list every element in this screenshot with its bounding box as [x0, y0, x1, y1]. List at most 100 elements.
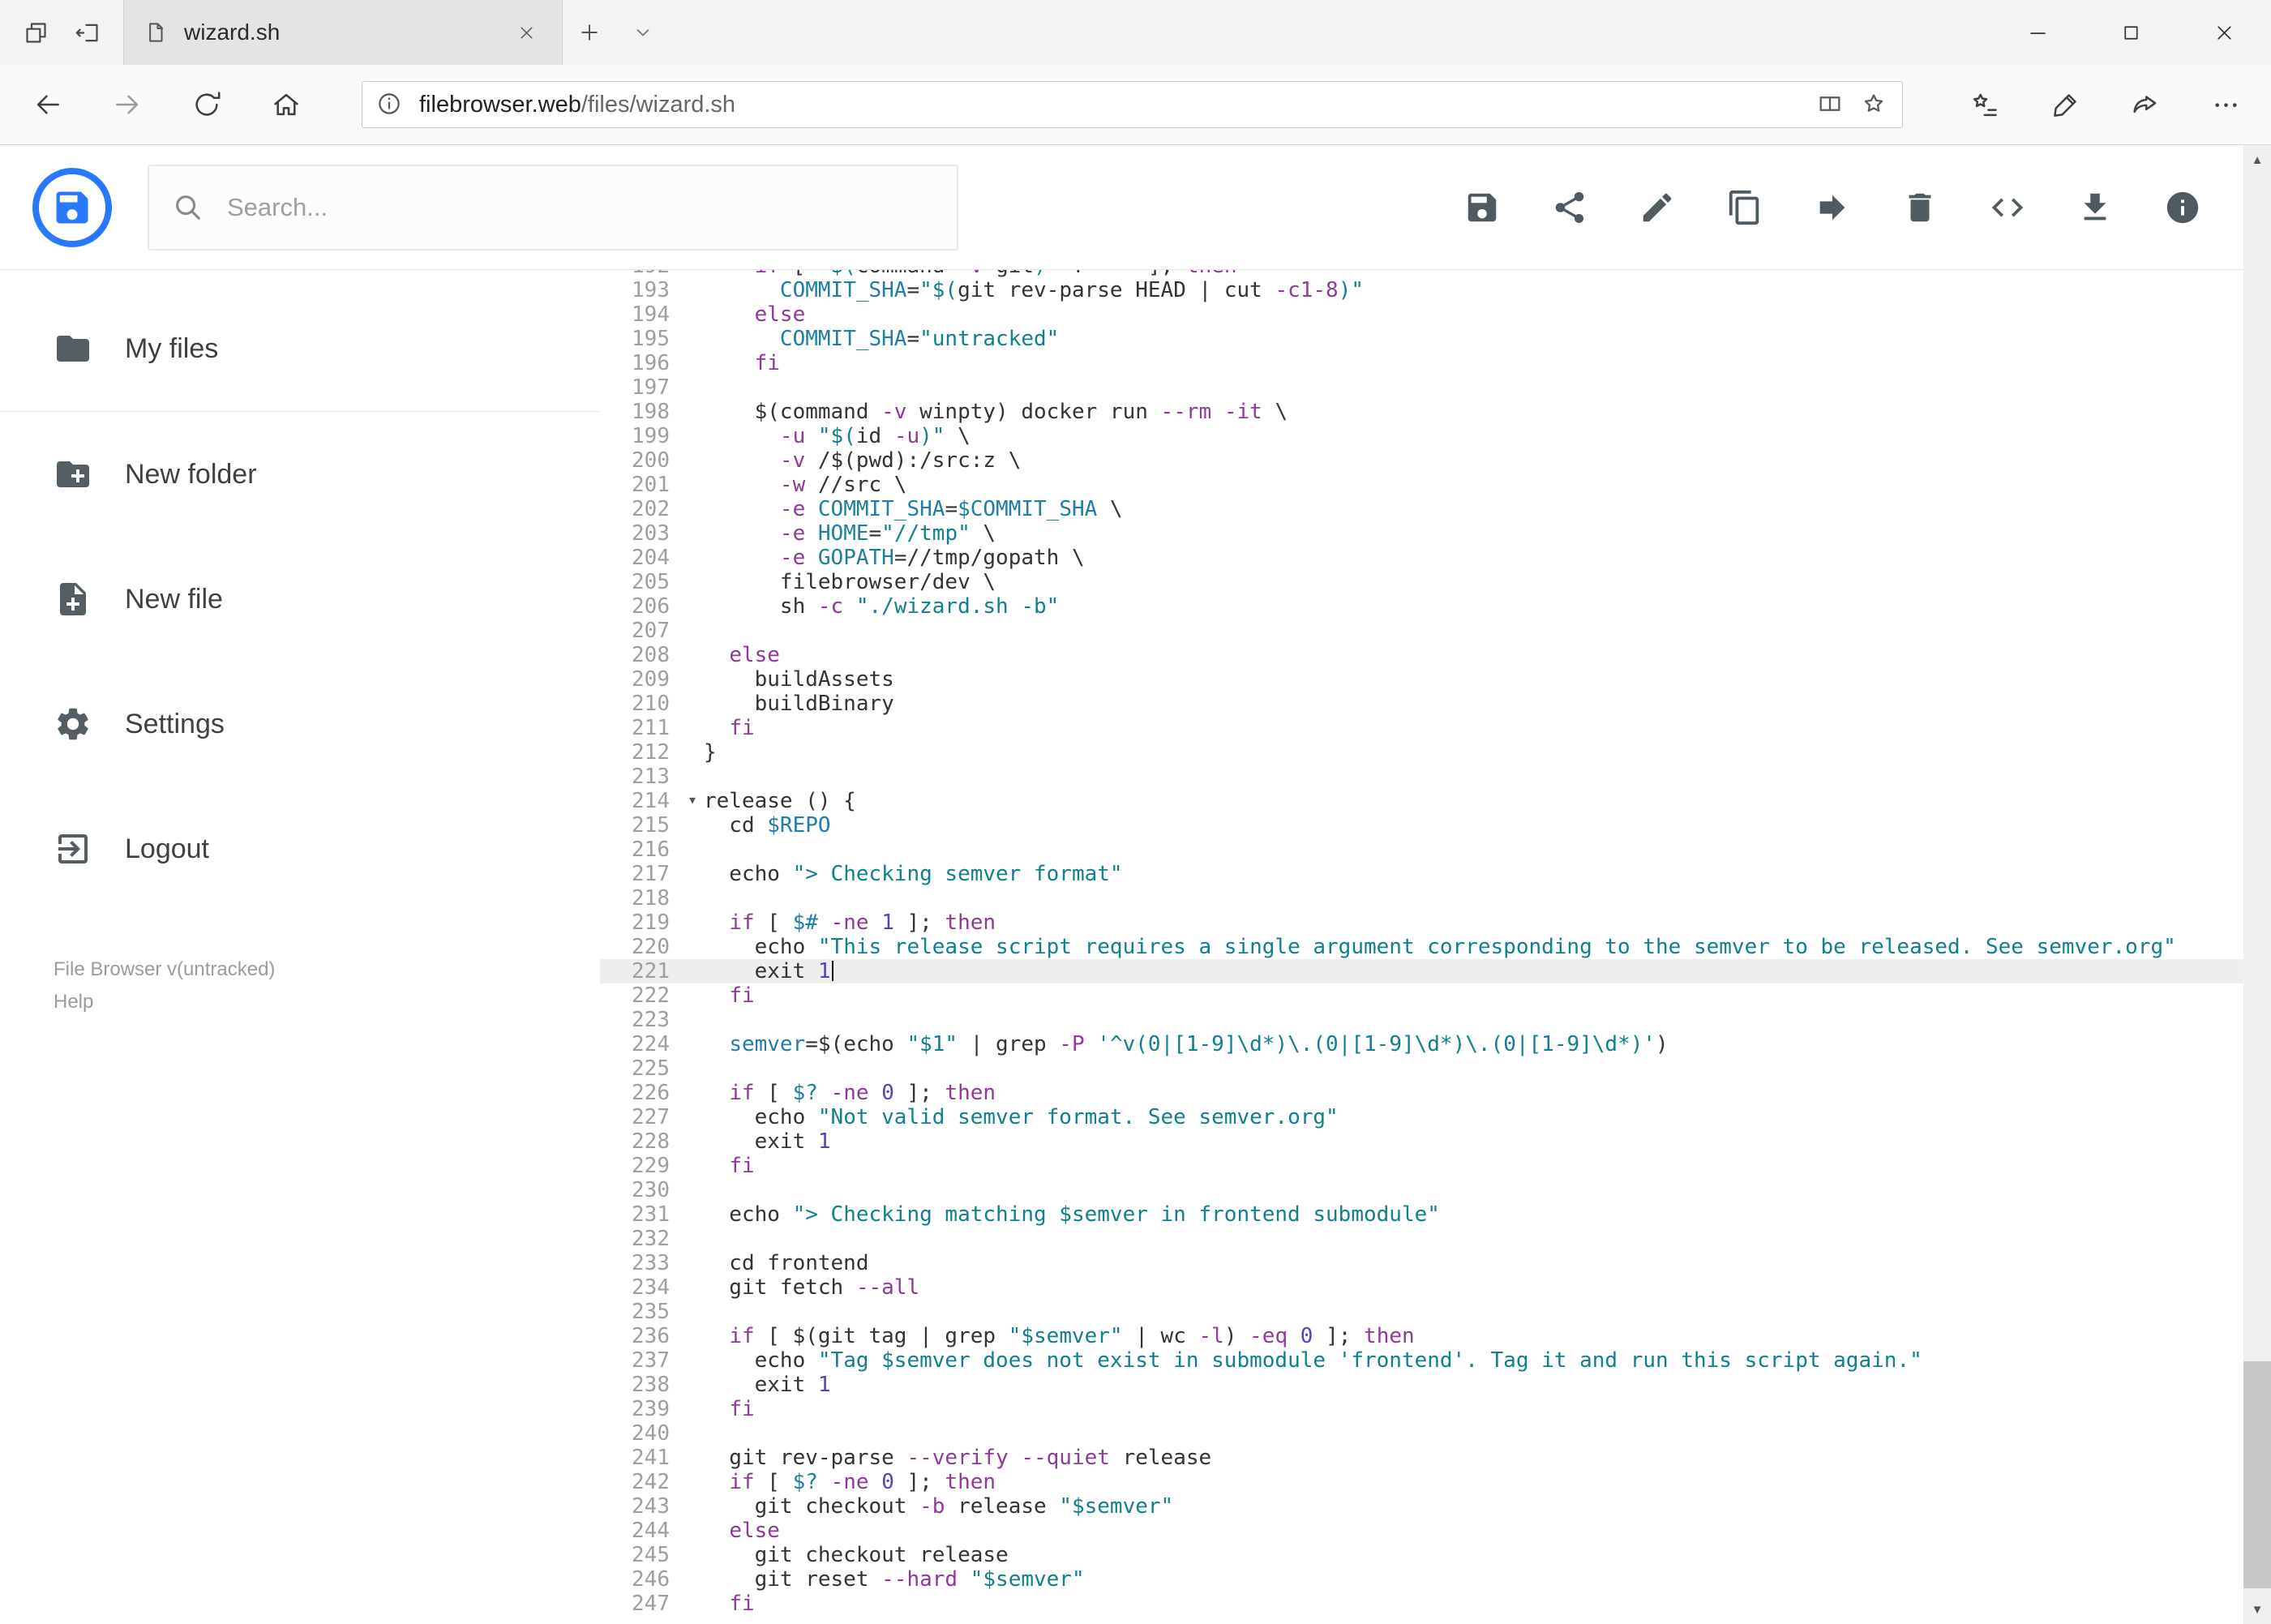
code-line[interactable]: 211 fi [600, 716, 2271, 740]
code-line[interactable]: 208 else [600, 643, 2271, 667]
code-line[interactable]: 203 -e HOME="//tmp" \ [600, 521, 2271, 546]
code-line[interactable]: 237 echo "Tag $semver does not exist in … [600, 1348, 2271, 1373]
code-line[interactable]: 229 fi [600, 1154, 2271, 1178]
share-page-button[interactable] [2106, 65, 2186, 144]
code-text[interactable]: git fetch --all [681, 1275, 919, 1300]
code-text[interactable]: semver=$(echo "$1" | grep -P '^v(0|[1-9]… [681, 1032, 1668, 1056]
sidebar-item-settings[interactable]: Settings [0, 662, 600, 786]
code-editor[interactable]: 192 if [ "$(command -v git)" != "" ]; th… [600, 270, 2271, 1624]
new-tab-button[interactable] [563, 0, 616, 65]
code-line[interactable]: 238 exit 1 [600, 1373, 2271, 1397]
code-text[interactable]: release () { [681, 789, 856, 813]
code-line[interactable]: 231 echo "> Checking matching $semver in… [600, 1202, 2271, 1227]
code-line[interactable]: 235 [600, 1300, 2271, 1324]
code-text[interactable]: COMMIT_SHA="$(git rev-parse HEAD | cut -… [681, 278, 1364, 302]
code-line[interactable]: 223 [600, 1008, 2271, 1032]
info-button[interactable] [2164, 189, 2201, 226]
code-line[interactable]: 220 echo "This release script requires a… [600, 935, 2271, 959]
code-text[interactable]: -e COMMIT_SHA=$COMMIT_SHA \ [681, 497, 1123, 521]
code-text[interactable]: sh -c "./wizard.sh -b" [681, 594, 1059, 619]
code-line[interactable]: 232 [600, 1227, 2271, 1251]
code-line[interactable]: 243 git checkout -b release "$semver" [600, 1494, 2271, 1519]
code-line[interactable]: 199 -u "$(id -u)" \ [600, 424, 2271, 448]
code-text[interactable] [681, 1300, 704, 1324]
code-text[interactable]: -u "$(id -u)" \ [681, 424, 971, 448]
scroll-up-arrow-icon[interactable]: ▲ [2243, 145, 2271, 174]
code-line[interactable]: 219 if [ $# -ne 1 ]; then [600, 911, 2271, 935]
code-line[interactable]: 234 git fetch --all [600, 1275, 2271, 1300]
code-text[interactable]: if [ "$(command -v git)" != "" ]; then [681, 270, 1237, 278]
code-text[interactable]: echo "> Checking semver format" [681, 862, 1122, 886]
code-line[interactable]: 204 -e GOPATH=//tmp/gopath \ [600, 546, 2271, 570]
code-line[interactable]: 218 [600, 886, 2271, 911]
code-text[interactable] [681, 1178, 704, 1202]
tab-close-icon[interactable] [510, 16, 542, 49]
code-text[interactable]: -w //src \ [681, 473, 907, 497]
code-line[interactable]: 196 fi [600, 351, 2271, 375]
share-button[interactable] [1551, 189, 1588, 226]
reading-view-icon[interactable] [1816, 90, 1845, 119]
help-link[interactable]: Help [54, 986, 93, 1018]
code-line[interactable]: 216 [600, 838, 2271, 862]
code-text[interactable] [681, 1056, 704, 1081]
code-line[interactable]: 242 if [ $? -ne 0 ]; then [600, 1470, 2271, 1494]
code-text[interactable]: if [ $? -ne 0 ]; then [681, 1470, 996, 1494]
code-text[interactable]: fi [681, 1397, 754, 1421]
code-line[interactable]: 213 [600, 765, 2271, 789]
fold-arrow-icon[interactable]: ▾ [688, 787, 697, 812]
code-line[interactable]: 202 -e COMMIT_SHA=$COMMIT_SHA \ [600, 497, 2271, 521]
home-button[interactable] [246, 65, 326, 144]
code-text[interactable]: -e GOPATH=//tmp/gopath \ [681, 546, 1085, 570]
code-line[interactable]: 224 semver=$(echo "$1" | grep -P '^v(0|[… [600, 1032, 2271, 1056]
site-info-icon[interactable] [375, 90, 405, 119]
code-line[interactable]: 239 fi [600, 1397, 2271, 1421]
code-text[interactable]: fi [681, 351, 780, 375]
code-text[interactable]: if [ $(git tag | grep "$semver" | wc -l)… [681, 1324, 1414, 1348]
code-text[interactable]: echo "This release script requires a sin… [681, 935, 2176, 959]
sidebar-item-new-folder[interactable]: New folder [0, 412, 600, 537]
tab-preview-chevron-icon[interactable] [616, 0, 670, 65]
back-button[interactable] [8, 65, 88, 144]
search-input[interactable] [225, 191, 934, 223]
code-text[interactable]: filebrowser/dev \ [681, 570, 996, 594]
code-line[interactable]: 222 fi [600, 983, 2271, 1008]
copy-button[interactable] [1726, 189, 1763, 226]
code-text[interactable] [681, 1227, 704, 1251]
scroll-down-arrow-icon[interactable]: ▼ [2243, 1595, 2271, 1624]
close-window-button[interactable] [2178, 0, 2271, 65]
code-line[interactable]: 227 echo "Not valid semver format. See s… [600, 1105, 2271, 1129]
code-text[interactable]: $(command -v winpty) docker run --rm -it… [681, 400, 1288, 424]
code-text[interactable] [681, 838, 704, 862]
browser-tab[interactable]: wizard.sh [123, 0, 563, 65]
code-text[interactable]: else [681, 302, 806, 327]
code-line[interactable]: 240 [600, 1421, 2271, 1446]
code-text[interactable]: echo "Tag $semver does not exist in subm… [681, 1348, 1922, 1373]
code-line[interactable]: 241 git rev-parse --verify --quiet relea… [600, 1446, 2271, 1470]
raw-view-button[interactable] [1989, 189, 2026, 226]
download-button[interactable] [2076, 189, 2114, 226]
code-line[interactable]: 225 [600, 1056, 2271, 1081]
favorite-star-icon[interactable] [1860, 90, 1889, 119]
code-text[interactable]: fi [681, 983, 754, 1008]
code-text[interactable]: exit 1 [681, 959, 833, 983]
sidebar-item-new-file[interactable]: New file [0, 537, 600, 662]
code-text[interactable]: buildBinary [681, 692, 894, 716]
code-line[interactable]: 230 [600, 1178, 2271, 1202]
code-text[interactable] [681, 1421, 704, 1446]
code-line[interactable]: 212} [600, 740, 2271, 765]
code-line[interactable]: 226 if [ $? -ne 0 ]; then [600, 1081, 2271, 1105]
page-scrollbar[interactable]: ▲ ▼ [2243, 145, 2271, 1624]
code-text[interactable]: } [681, 740, 717, 765]
code-line[interactable]: 193 COMMIT_SHA="$(git rev-parse HEAD | c… [600, 278, 2271, 302]
code-text[interactable]: if [ $? -ne 0 ]; then [681, 1081, 996, 1105]
code-text[interactable]: else [681, 1519, 780, 1543]
rename-button[interactable] [1639, 189, 1676, 226]
forward-button[interactable] [88, 65, 167, 144]
code-line[interactable]: 236 if [ $(git tag | grep "$semver" | wc… [600, 1324, 2271, 1348]
code-line[interactable]: 247 fi [600, 1592, 2271, 1616]
code-line[interactable]: 201 -w //src \ [600, 473, 2271, 497]
code-line[interactable]: 214 ▾ release () { [600, 789, 2271, 813]
scrollbar-thumb[interactable] [2243, 1361, 2271, 1588]
code-line[interactable]: 215 cd $REPO [600, 813, 2271, 838]
code-line[interactable]: 195 COMMIT_SHA="untracked" [600, 327, 2271, 351]
